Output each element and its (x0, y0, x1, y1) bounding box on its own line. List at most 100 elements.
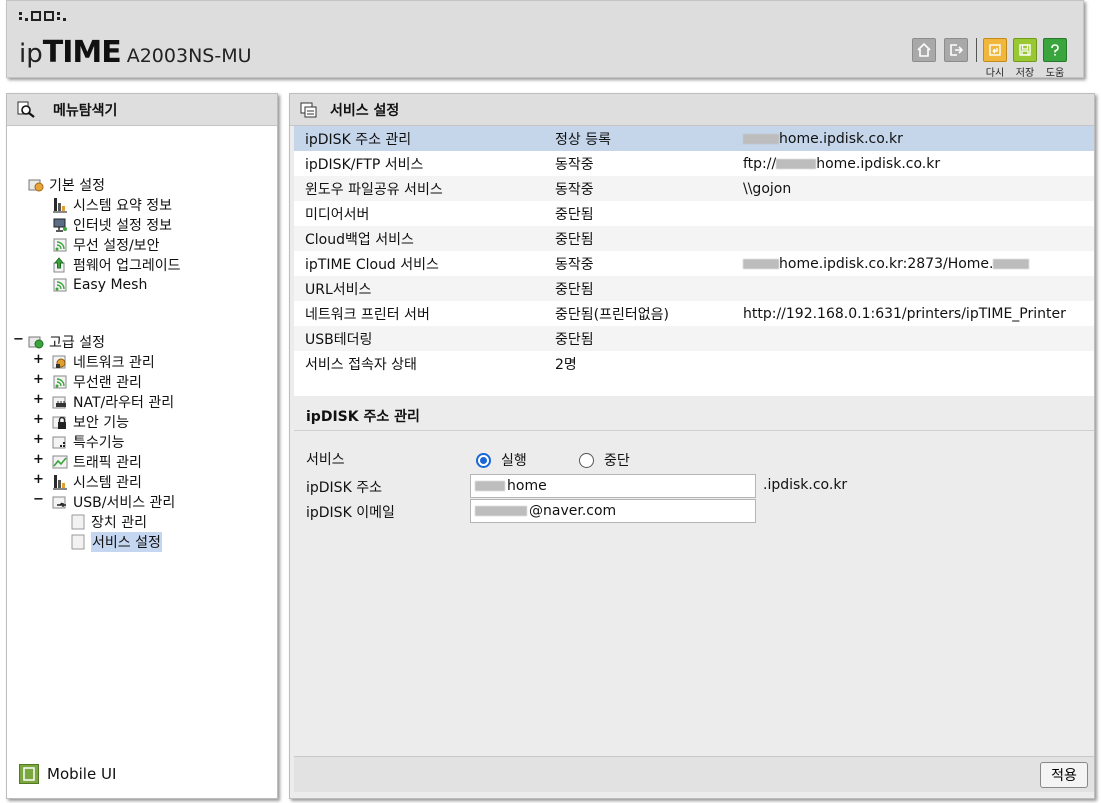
mobile-ui-label: Mobile UI (47, 765, 117, 783)
service-settings-header: 서비스 설정 (290, 94, 1094, 126)
table-row[interactable]: ipDISK 주소 관리 정상 등록 home.ipdisk.co.kr (294, 126, 1094, 151)
service-name: ipTIME Cloud 서비스 (305, 256, 439, 273)
bar-chart-icon (52, 197, 68, 213)
tree-label: 보안 기능 (73, 415, 129, 431)
tree-label: 시스템 관리 (73, 475, 142, 491)
ipdisk-email-input[interactable]: @naver.com (470, 499, 756, 523)
expand-toggle[interactable]: + (33, 452, 44, 467)
tree-item-service-settings[interactable]: 서비스 설정 (70, 532, 162, 552)
expand-toggle[interactable]: + (33, 412, 44, 427)
radio-run[interactable]: 실행 (476, 450, 527, 470)
tree-item-device-manage[interactable]: 장치 관리 (70, 512, 147, 532)
service-status: 동작중 (555, 156, 594, 173)
save-button[interactable]: 저장 (1013, 38, 1037, 79)
table-row[interactable]: USB테더링 중단됨 (294, 326, 1094, 351)
brand-time: TIME (42, 35, 122, 70)
address-value: home (507, 478, 547, 494)
service-info: home.ipdisk.co.kr:2873/Home. (732, 256, 1094, 272)
table-row[interactable]: Cloud백업 서비스 중단됨 (294, 226, 1094, 251)
radio-run-label: 실행 (501, 453, 527, 469)
save-label: 저장 (1015, 68, 1035, 79)
apply-button[interactable]: 적용 (1040, 762, 1088, 788)
tree-item-security[interactable]: 보안 기능 (52, 412, 129, 432)
page-icon (70, 514, 86, 530)
redacted-block (475, 481, 505, 491)
tree-advanced-settings[interactable]: 고급 설정 (28, 332, 105, 352)
help-icon (1043, 38, 1067, 62)
tree-item-usb-service[interactable]: USB/서비스 관리 (52, 492, 175, 512)
folder-settings-icon (28, 334, 44, 350)
redacted-block (475, 506, 527, 516)
tree-item-system-summary[interactable]: 시스템 요약 정보 (52, 195, 172, 215)
mobile-ui-link[interactable]: Mobile UI (19, 764, 116, 784)
redacted-block (743, 258, 779, 269)
table-row[interactable]: ipTIME Cloud 서비스 동작중 home.ipdisk.co.kr:2… (294, 251, 1094, 276)
collapse-usb-toggle[interactable]: − (33, 492, 44, 507)
radio-stop-button[interactable] (579, 452, 594, 468)
tree-item-internet-info[interactable]: 인터넷 설정 정보 (52, 215, 172, 235)
radio-run-button[interactable] (476, 452, 491, 468)
tree-label-selected: 서비스 설정 (91, 532, 162, 552)
folder-settings-icon (28, 177, 44, 193)
service-status: 정상 등록 (555, 131, 611, 148)
email-label: ipDISK 이메일 (306, 505, 395, 521)
table-row[interactable]: ipDISK/FTP 서비스 동작중 ftp:// home.ipdisk.co.… (294, 151, 1094, 176)
wifi-icon (52, 237, 68, 253)
service-status: 2명 (555, 356, 577, 373)
router-icon (52, 394, 68, 410)
window-icon (300, 102, 317, 117)
tree-label: 무선랜 관리 (73, 375, 142, 391)
expand-toggle[interactable]: + (33, 372, 44, 387)
tree-item-firmware-upgrade[interactable]: 펌웨어 업그레이드 (52, 255, 181, 275)
special-function-icon (52, 434, 68, 450)
help-button[interactable]: 도움 (1043, 38, 1067, 79)
table-row[interactable]: 서비스 접속자 상태 2명 (294, 351, 1094, 376)
radio-stop[interactable]: 중단 (579, 450, 630, 470)
save-icon (1013, 38, 1037, 62)
table-row[interactable]: 네트워크 프린터 서버 중단됨(프린터없음) http://192.168.0.… (294, 301, 1094, 326)
tree-item-wlan[interactable]: 무선랜 관리 (52, 372, 142, 392)
ipdisk-address-input[interactable]: home (470, 474, 756, 498)
top-header: ip TIME A2003NS-MU 다시 저장 도움 (6, 0, 1084, 79)
tree-item-easy-mesh[interactable]: Easy Mesh (52, 275, 147, 295)
tree-basic-settings[interactable]: 기본 설정 (28, 175, 105, 195)
logo-mark (19, 11, 66, 21)
tree-item-special[interactable]: 특수기능 (52, 432, 125, 452)
expand-toggle[interactable]: + (33, 432, 44, 447)
expand-toggle[interactable]: + (33, 352, 44, 367)
table-row[interactable]: URL서비스 중단됨 (294, 276, 1094, 301)
tree-item-nat-router[interactable]: NAT/라우터 관리 (52, 392, 174, 412)
service-info-text: home.ipdisk.co.kr (779, 130, 903, 147)
bar-chart-icon (52, 474, 68, 490)
table-row[interactable]: 윈도우 파일공유 서비스 동작중 \\gojon (294, 176, 1094, 201)
expand-toggle[interactable]: + (33, 392, 44, 407)
expand-toggle[interactable]: + (33, 472, 44, 487)
reload-button[interactable]: 다시 (983, 38, 1007, 79)
page-icon (70, 534, 86, 550)
home-icon[interactable] (912, 38, 936, 62)
wifi-icon (52, 374, 68, 390)
tree-item-traffic[interactable]: 트래픽 관리 (52, 452, 142, 472)
service-name: ipDISK 주소 관리 (305, 131, 412, 148)
tree-item-wireless-security[interactable]: 무선 설정/보안 (52, 235, 159, 255)
logout-icon[interactable] (944, 38, 968, 62)
collapse-advanced-toggle[interactable]: − (13, 332, 24, 347)
service-info: ftp:// home.ipdisk.co.kr (732, 156, 1094, 172)
reload-icon (983, 38, 1007, 62)
redacted-block (776, 158, 817, 169)
service-name: Cloud백업 서비스 (305, 231, 414, 248)
tree-label: 트래픽 관리 (73, 455, 142, 471)
brand-ip: ip (19, 39, 43, 69)
service-name: 네트워크 프린터 서버 (305, 306, 430, 323)
network-icon (52, 354, 68, 370)
table-row[interactable]: 미디어서버 중단됨 (294, 201, 1094, 226)
menu-search-icon (17, 101, 35, 118)
service-name: URL서비스 (305, 281, 372, 298)
monitor-icon (52, 217, 68, 233)
service-info-text: home.ipdisk.co.kr:2873/Home. (779, 255, 994, 272)
tree-item-network[interactable]: 네트워크 관리 (52, 352, 155, 372)
model-name: A2003NS-MU (126, 45, 252, 67)
service-status: 중단됨 (555, 206, 594, 223)
menu-explorer-header: 메뉴탐색기 (7, 94, 277, 126)
tree-item-system[interactable]: 시스템 관리 (52, 472, 142, 492)
